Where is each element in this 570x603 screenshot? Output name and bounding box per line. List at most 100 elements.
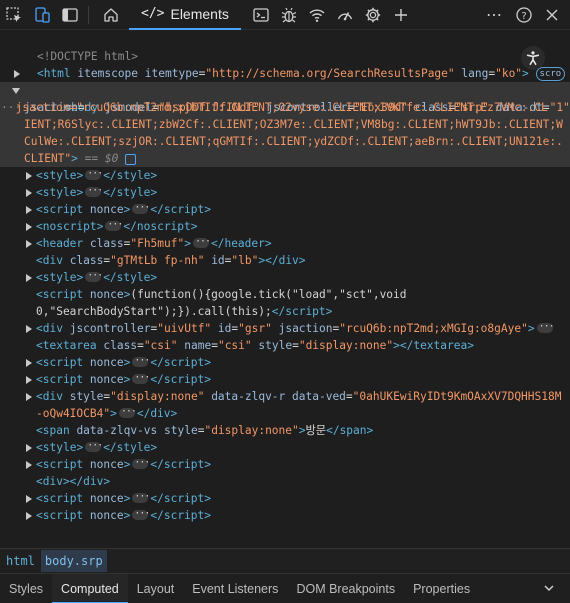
dom-node-style[interactable]: <style></style>: [0, 165, 570, 184]
welcome-home-icon[interactable]: [97, 1, 125, 29]
attr-nonce: nonce: [89, 373, 124, 386]
body-jsaction-2: IENT;R6Slyc:.CLIENT;zbW2Cf:.CLIENT;OZ3M7…: [24, 118, 563, 131]
dom-node-header[interactable]: <header class="Fh5muf"></header>: [0, 233, 570, 252]
expand-arrow-icon[interactable]: [26, 240, 32, 248]
collapsed-ellipsis-icon[interactable]: [536, 318, 554, 335]
collapsed-ellipsis-icon[interactable]: [85, 267, 102, 284]
tab-layout[interactable]: Layout: [128, 574, 184, 603]
tag-name: noscript: [136, 220, 191, 233]
dom-node-div-gsr[interactable]: <div jscontroller="uivUtf" id="gsr" jsac…: [0, 318, 570, 337]
attr-nonce: nonce: [89, 288, 124, 301]
expand-arrow-icon[interactable]: [26, 206, 32, 214]
tab-properties[interactable]: Properties: [404, 574, 479, 603]
dom-node-doctype[interactable]: <!DOCTYPE html>: [0, 31, 570, 63]
collapsed-ellipsis-icon[interactable]: [132, 488, 149, 505]
collapsed-ellipsis-icon[interactable]: [132, 454, 149, 471]
dom-node-head[interactable]: <head></head>: [0, 65, 570, 97]
layer-icon[interactable]: [125, 153, 137, 165]
collapsed-ellipsis-icon[interactable]: [132, 352, 149, 369]
performance-gauge-icon[interactable]: [331, 1, 359, 29]
tab-computed[interactable]: Computed: [52, 573, 128, 603]
chevron-down-icon[interactable]: [542, 581, 556, 598]
tag-name: style: [42, 169, 77, 182]
collapsed-ellipsis-icon[interactable]: [132, 505, 149, 522]
dom-node-textarea[interactable]: <textarea class="csi" name="csi" style="…: [0, 337, 570, 354]
dom-node-div-zlqv-cont[interactable]: -oQw4IOCB4"></div>: [0, 403, 570, 422]
dom-node-html[interactable]: <html itemscope itemtype="http://schema.…: [0, 48, 570, 81]
textarea-name-value: "csi": [217, 339, 252, 352]
header-class-value: "Fh5muf": [130, 237, 185, 250]
collapsed-ellipsis-icon[interactable]: [85, 165, 102, 182]
div-zlqv-attr: data-zlqv-r: [211, 390, 286, 403]
dom-node-inline-script-2[interactable]: 0,"SearchBodyStart");}).call(this);</scr…: [0, 303, 570, 320]
device-emulation-icon[interactable]: [28, 1, 56, 29]
toggle-sidebar-icon[interactable]: [56, 1, 84, 29]
expand-arrow-icon[interactable]: [26, 359, 32, 367]
gsr-jscontroller-value: "uivUtf": [157, 322, 212, 335]
collapsed-ellipsis-icon[interactable]: [85, 182, 102, 199]
dom-node-style[interactable]: <style></style>: [0, 182, 570, 201]
breadcrumb-body[interactable]: body.srp: [40, 549, 107, 572]
expand-arrow-icon[interactable]: [26, 376, 32, 384]
tab-elements[interactable]: </> Elements: [129, 0, 241, 30]
tag-name: script: [42, 356, 84, 369]
accessibility-icon[interactable]: [521, 46, 545, 70]
tab-styles[interactable]: Styles: [0, 574, 52, 603]
dom-node-div-zlqv[interactable]: <div style="display:none" data-zlqv-r da…: [0, 388, 570, 405]
expand-arrow-icon[interactable]: [26, 325, 32, 333]
console-tab-icon[interactable]: [247, 1, 275, 29]
dom-node-body-selected[interactable]: ··· <body jsmodel="hspDDf JfINdf" jscontr…: [0, 82, 570, 167]
collapsed-ellipsis-icon[interactable]: [105, 216, 122, 233]
close-devtools-icon[interactable]: [538, 1, 566, 29]
dom-node-style[interactable]: <style></style>: [0, 267, 570, 286]
bottom-panel-tabs: Styles Computed Layout Event Listeners D…: [0, 573, 570, 603]
collapsed-ellipsis-icon[interactable]: [132, 199, 149, 216]
toolbar-right-group: ⋯ ?: [480, 0, 570, 30]
body-jsaction-line-4: CLIENT"> == $0: [24, 150, 570, 167]
expand-arrow-icon[interactable]: [26, 223, 32, 231]
collapsed-ellipsis-icon[interactable]: [85, 437, 102, 454]
dom-node-script[interactable]: <script nonce></script>: [0, 199, 570, 218]
expand-arrow-icon[interactable]: [26, 461, 32, 469]
help-glyph: ?: [521, 11, 526, 22]
dom-node-script[interactable]: <script nonce></script>: [0, 505, 570, 524]
collapsed-ellipsis-icon[interactable]: [192, 233, 210, 250]
collapsed-ellipsis-icon[interactable]: [118, 403, 136, 420]
expand-arrow-icon[interactable]: [26, 512, 32, 520]
more-options-icon[interactable]: ⋯: [480, 1, 508, 29]
dom-node-noscript[interactable]: <noscript></noscript>: [0, 216, 570, 235]
tab-dom-breakpoints[interactable]: DOM Breakpoints: [287, 574, 404, 603]
expand-arrow-icon[interactable]: [26, 172, 32, 180]
inspect-element-icon[interactable]: [0, 1, 28, 29]
help-icon[interactable]: ?: [510, 1, 538, 29]
expand-arrow-icon[interactable]: [26, 495, 32, 503]
dom-node-script[interactable]: <script nonce></script>: [0, 369, 570, 388]
dom-node-inline-script-1[interactable]: <script nonce>(function(){google.tick("l…: [0, 286, 570, 303]
dom-node-empty-div[interactable]: <div></div>: [0, 473, 570, 490]
expand-arrow-icon[interactable]: [26, 189, 32, 197]
collapsed-ellipsis-icon[interactable]: [132, 369, 149, 386]
dom-node-span[interactable]: <span data-zlqv-vs style="display:none">…: [0, 422, 570, 439]
sources-bug-icon[interactable]: [275, 1, 303, 29]
add-tool-plus-icon[interactable]: [387, 1, 415, 29]
dom-node-script[interactable]: <script nonce></script>: [0, 454, 570, 473]
attr-nonce: nonce: [89, 492, 124, 505]
dom-node-script[interactable]: <script nonce></script>: [0, 352, 570, 371]
tag-name: script: [163, 356, 205, 369]
expand-arrow-icon[interactable]: [26, 393, 32, 401]
dom-tree[interactable]: <!DOCTYPE html> <html itemscope itemtype…: [0, 31, 570, 547]
body-jsaction-line-3: CulWe:.CLIENT;szjOR:.CLIENT;qGMTIf:.CLIE…: [24, 133, 570, 150]
tab-event-listeners[interactable]: Event Listeners: [183, 574, 287, 603]
dom-node-div-lb[interactable]: <div class="gTMtLb fp-nh" id="lb"></div>: [0, 252, 570, 269]
breadcrumb-html[interactable]: html: [2, 550, 39, 572]
collapse-arrow-icon[interactable]: [12, 88, 20, 94]
expand-arrow-icon[interactable]: [26, 274, 32, 282]
network-wifi-icon[interactable]: [303, 1, 331, 29]
dom-node-style[interactable]: <style></style>: [0, 437, 570, 456]
selected-marker: == $0: [84, 152, 119, 165]
settings-gear-icon[interactable]: [359, 1, 387, 29]
expand-arrow-icon[interactable]: [26, 444, 32, 452]
div-zlqv-ved-value-2: -oQw4IOCB4": [36, 407, 111, 420]
dom-node-script[interactable]: <script nonce></script>: [0, 488, 570, 507]
expand-arrow-icon[interactable]: [14, 70, 20, 78]
